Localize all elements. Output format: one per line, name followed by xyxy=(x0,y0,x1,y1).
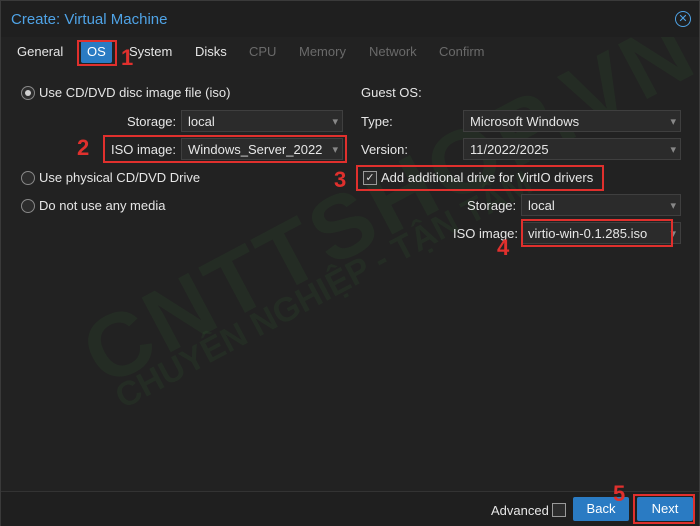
label-version: Version: xyxy=(361,142,408,157)
dialog-window: CNTTSHOP.VN CHUYÊN NGHIỆP - TẬN TÂM Crea… xyxy=(0,0,700,526)
tab-network: Network xyxy=(369,44,417,59)
checkbox-advanced[interactable] xyxy=(552,503,566,517)
select-os-version[interactable]: 11/2022/2025 ▾ xyxy=(463,138,681,160)
annotation-4: 4 xyxy=(497,235,510,260)
radio-use-iso[interactable] xyxy=(21,86,35,100)
select-storage-left-value: local xyxy=(188,114,215,129)
select-os-version-value: 11/2022/2025 xyxy=(470,142,549,157)
annotation-2: 2 xyxy=(77,135,90,160)
dialog-title: Create: Virtual Machine xyxy=(11,11,168,28)
select-os-type-value: Microsoft Windows xyxy=(470,114,580,129)
select-storage-left[interactable]: local ▾ xyxy=(181,110,343,132)
highlight-iso-right xyxy=(521,219,673,247)
highlight-next xyxy=(633,494,695,524)
chevron-down-icon: ▾ xyxy=(670,144,676,156)
select-storage-right[interactable]: local ▾ xyxy=(521,194,681,216)
tab-disks[interactable]: Disks xyxy=(195,39,227,65)
label-physical-drive: Use physical CD/DVD Drive xyxy=(39,170,201,185)
guest-os-heading: Guest OS: xyxy=(361,85,422,100)
radio-physical-drive[interactable] xyxy=(21,171,35,185)
title-bar: Create: Virtual Machine ✕ xyxy=(1,1,699,37)
chevron-down-icon: ▾ xyxy=(670,116,676,128)
label-advanced: Advanced xyxy=(491,503,549,518)
chevron-down-icon: ▾ xyxy=(670,200,676,212)
tab-cpu: CPU xyxy=(249,44,277,59)
label-storage-left: Storage: xyxy=(127,114,177,129)
label-type: Type: xyxy=(361,114,393,129)
tab-general[interactable]: General xyxy=(17,39,63,65)
label-use-iso: Use CD/DVD disc image file (iso) xyxy=(39,85,231,100)
tab-system[interactable]: System xyxy=(129,39,172,65)
close-icon[interactable]: ✕ xyxy=(675,11,691,27)
highlight-iso-left xyxy=(103,135,347,163)
annotation-5: 5 xyxy=(613,481,626,506)
annotation-3: 3 xyxy=(334,167,347,192)
select-os-type[interactable]: Microsoft Windows ▾ xyxy=(463,110,681,132)
tab-confirm: Confirm xyxy=(439,44,485,59)
annotation-1: 1 xyxy=(121,45,134,70)
highlight-virtio xyxy=(356,165,604,191)
tab-memory: Memory xyxy=(299,44,346,59)
dialog-footer: Advanced Back Next xyxy=(1,491,699,526)
chevron-down-icon: ▾ xyxy=(332,116,338,128)
label-storage-right: Storage: xyxy=(467,198,517,213)
label-no-media: Do not use any media xyxy=(39,198,166,213)
select-storage-right-value: local xyxy=(528,198,555,213)
radio-no-media[interactable] xyxy=(21,199,35,213)
highlight-os-tab xyxy=(77,40,117,66)
